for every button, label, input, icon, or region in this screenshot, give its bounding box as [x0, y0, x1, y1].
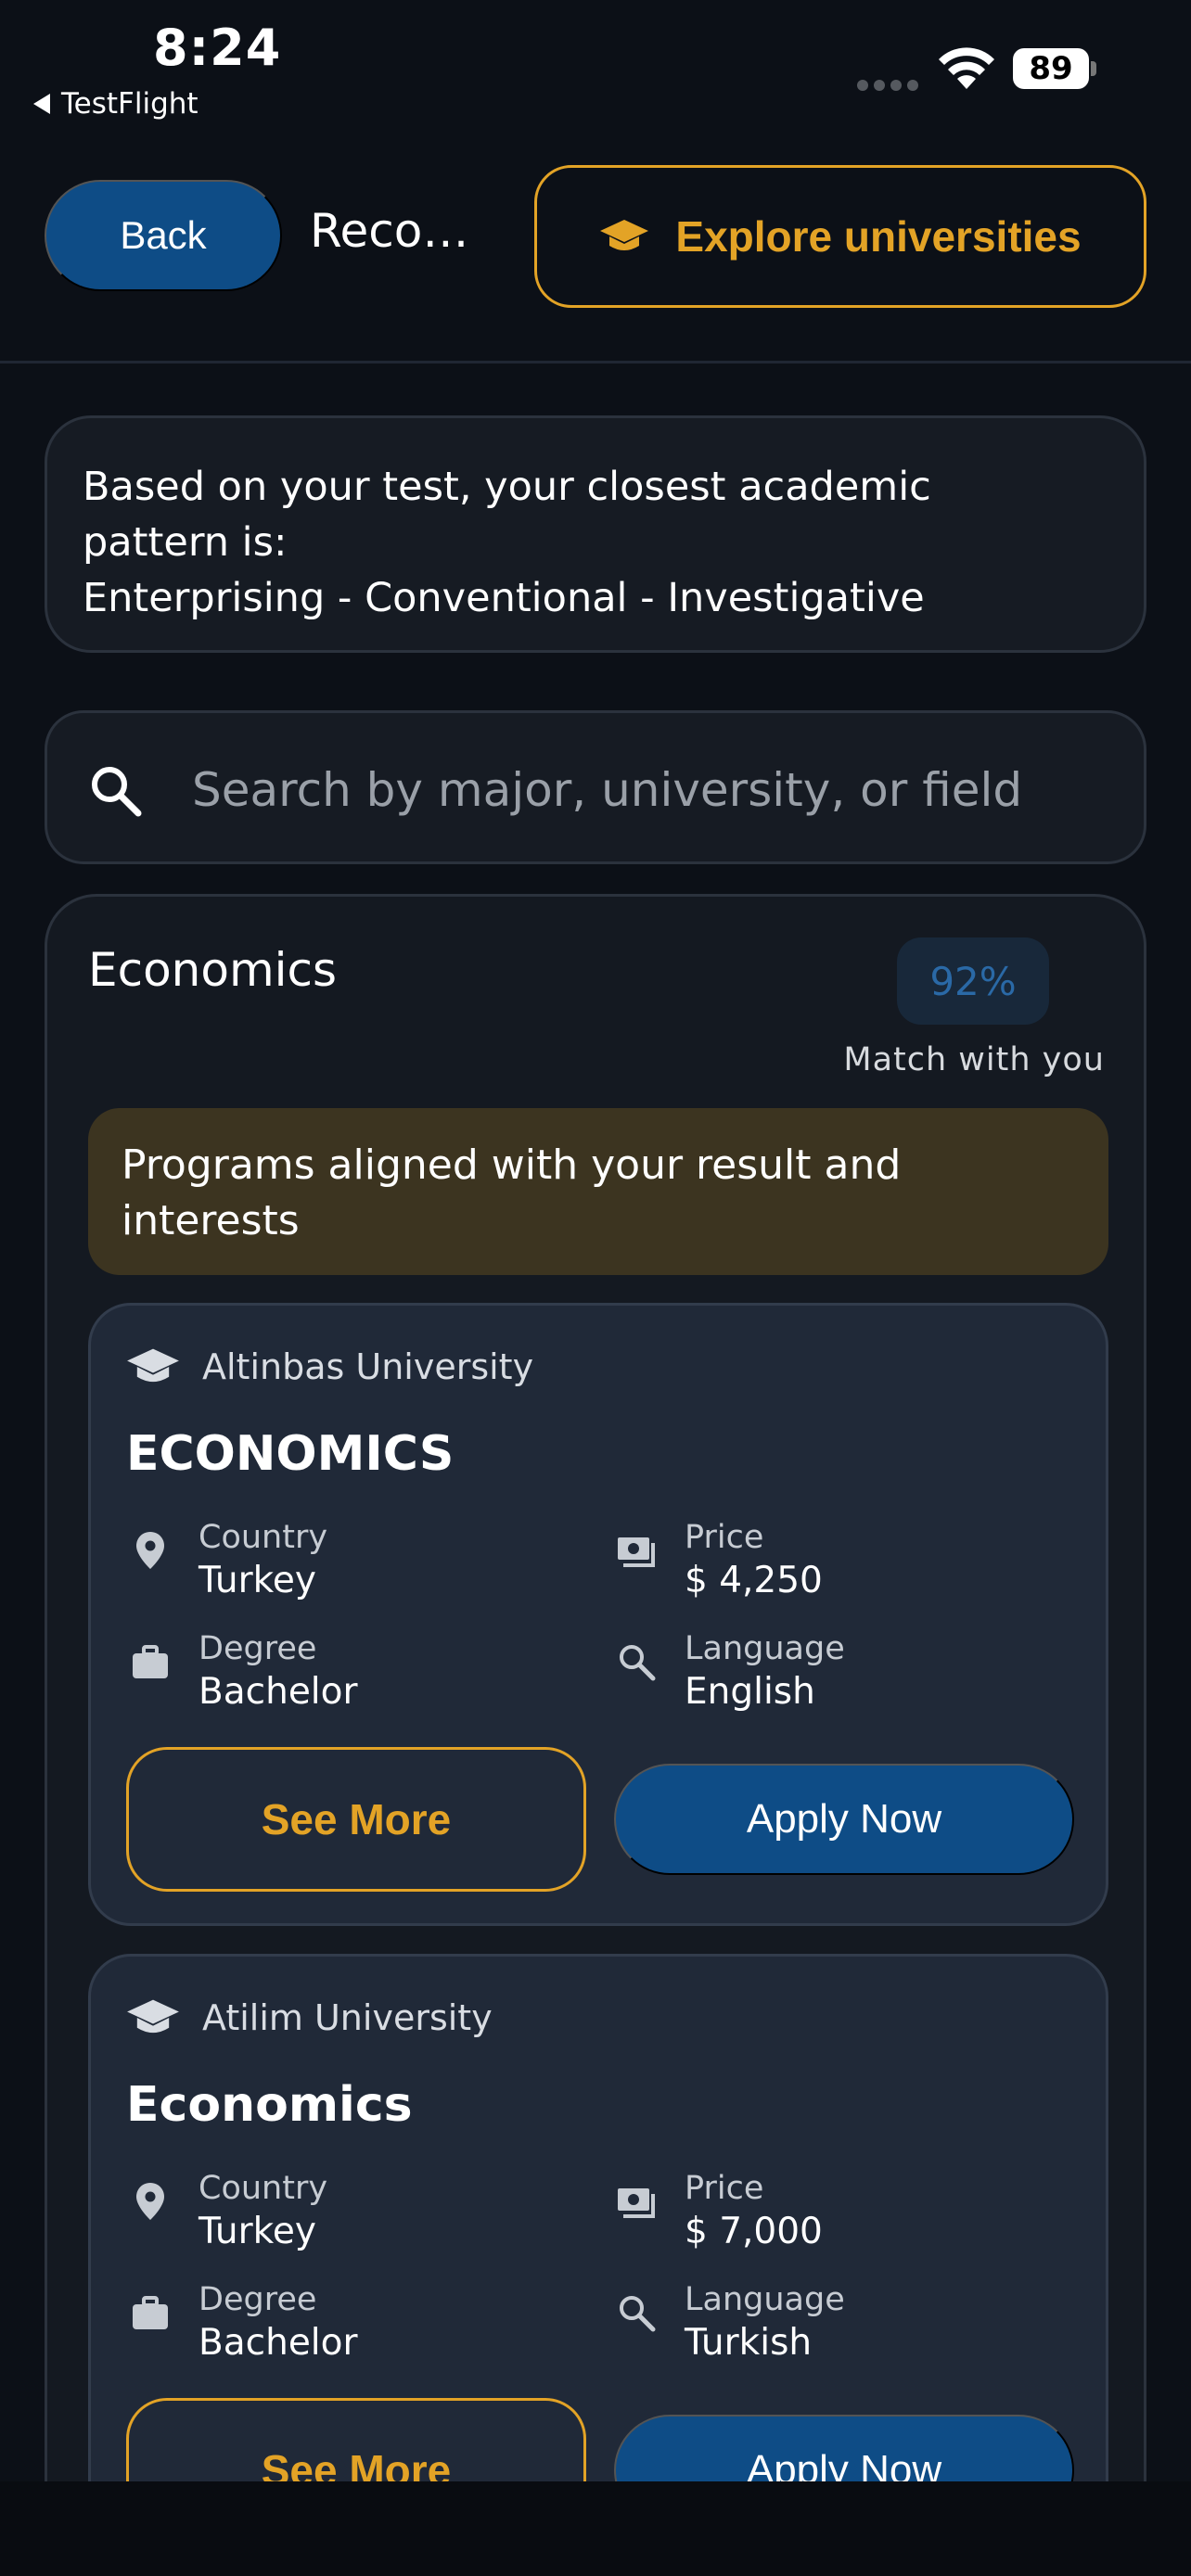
status-time: 8:24: [153, 19, 282, 77]
degree-value: Bachelor: [198, 2322, 358, 2364]
degree-info: Degree Bachelor: [130, 2279, 358, 2366]
explore-universities-label: Explore universities: [675, 212, 1082, 261]
academic-pattern-card: Based on your test, your closest academi…: [45, 415, 1146, 653]
language-value: English: [685, 1671, 815, 1713]
price-value: $ 4,250: [685, 1560, 823, 1601]
graduation-cap-icon: [600, 220, 649, 250]
apply-now-button[interactable]: Apply Now: [614, 1764, 1074, 1875]
country-info: Country Turkey: [130, 1517, 327, 1604]
search-icon: [620, 1645, 656, 1681]
back-triangle-icon: [33, 94, 50, 114]
country-info: Country Turkey: [130, 2168, 327, 2255]
major-title: Economics: [88, 943, 338, 997]
pattern-result: Enterprising - Conventional - Investigat…: [83, 575, 925, 621]
graduation-cap-icon: [127, 1348, 179, 1383]
explore-universities-button[interactable]: Explore universities: [534, 165, 1146, 308]
language-label: Language: [685, 1630, 845, 1667]
pattern-line-1: Based on your test, your closest academi…: [83, 464, 931, 510]
page-title: Recommendations: [310, 204, 505, 258]
language-label: Language: [685, 2281, 845, 2318]
battery-icon: 89: [1013, 48, 1096, 89]
location-pin-icon: [136, 1532, 164, 1569]
language-info: Language English: [616, 1628, 845, 1715]
search-input[interactable]: [192, 750, 1120, 830]
university-header: Altinbas University: [126, 1346, 533, 1387]
bottom-safe-area: [0, 2481, 1191, 2576]
country-value: Turkey: [198, 2211, 316, 2252]
program-name: ECONOMICS: [126, 1426, 455, 1482]
program-name: Economics: [126, 2077, 413, 2133]
see-more-button[interactable]: See More: [126, 1747, 586, 1892]
cellular-signal-icon: [857, 80, 918, 91]
search-icon: [92, 767, 142, 817]
briefcase-icon: [133, 1645, 168, 1678]
price-value: $ 7,000: [685, 2211, 823, 2252]
country-label: Country: [198, 1519, 328, 1556]
price-info: Price $ 4,250: [616, 1517, 823, 1604]
testflight-label: TestFlight: [61, 87, 198, 121]
university-header: Atilim University: [126, 1997, 493, 2038]
pattern-line-2: pattern is:: [83, 519, 288, 566]
price-label: Price: [685, 1519, 764, 1556]
degree-label: Degree: [198, 2281, 317, 2318]
briefcase-icon: [133, 2296, 168, 2329]
degree-info: Degree Bachelor: [130, 1628, 358, 1715]
price-label: Price: [685, 2170, 764, 2207]
match-percentage-badge: 92%: [897, 937, 1049, 1025]
wifi-icon: [939, 47, 994, 89]
back-to-testflight[interactable]: TestFlight: [33, 87, 198, 121]
university-card: Altinbas University ECONOMICS Country Tu…: [88, 1303, 1108, 1926]
graduation-cap-icon: [127, 1999, 179, 2034]
header: Back Recommendations Explore universitie…: [0, 158, 1191, 363]
degree-value: Bachelor: [198, 1671, 358, 1713]
location-pin-icon: [136, 2183, 164, 2220]
major-card: Economics 92% Match with you Programs al…: [45, 894, 1146, 2576]
degree-label: Degree: [198, 1630, 317, 1667]
country-label: Country: [198, 2170, 328, 2207]
country-value: Turkey: [198, 1560, 316, 1601]
back-button[interactable]: Back: [45, 180, 282, 291]
price-info: Price $ 7,000: [616, 2168, 823, 2255]
language-info: Language Turkish: [616, 2279, 845, 2366]
money-icon: [618, 1537, 655, 1567]
search-box[interactable]: [45, 710, 1146, 864]
aligned-programs-banner: Programs aligned with your result and in…: [88, 1108, 1108, 1275]
university-name: Altinbas University: [202, 1346, 534, 1387]
university-name: Atilim University: [202, 1997, 493, 2038]
search-icon: [620, 2296, 656, 2332]
status-bar: 8:24 TestFlight 89: [0, 0, 1191, 130]
language-value: Turkish: [685, 2322, 813, 2364]
money-icon: [618, 2188, 655, 2218]
match-label: Match with you: [843, 1041, 1105, 1078]
battery-level: 89: [1013, 48, 1089, 89]
